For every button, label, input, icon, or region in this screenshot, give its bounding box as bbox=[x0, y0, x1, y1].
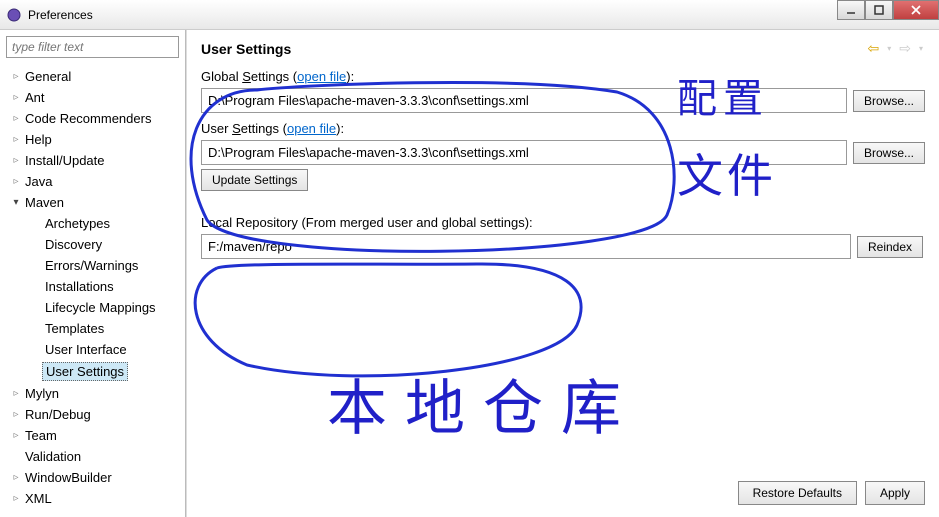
forward-menu-icon[interactable]: ▾ bbox=[917, 44, 925, 53]
browse-global-button[interactable]: Browse... bbox=[853, 90, 925, 112]
tree-item-installations[interactable]: Installations bbox=[0, 276, 185, 297]
tree-arrow-icon bbox=[10, 430, 22, 441]
tree-item-label: Templates bbox=[42, 320, 107, 337]
tree-item-label: XML bbox=[22, 490, 55, 507]
open-file-link-global[interactable]: open file bbox=[297, 69, 346, 84]
open-file-link-user[interactable]: open file bbox=[287, 121, 336, 136]
main-panel: User Settings ⇦ ▾ ⇨ ▾ Global Settings (o… bbox=[186, 30, 939, 517]
apply-button[interactable]: Apply bbox=[865, 481, 925, 505]
forward-icon[interactable]: ⇨ bbox=[897, 40, 913, 57]
tree-item-archetypes[interactable]: Archetypes bbox=[0, 213, 185, 234]
tree-item-label: User Settings bbox=[42, 362, 128, 381]
tree-item-label: Installations bbox=[42, 278, 117, 295]
tree-item-label: Run/Debug bbox=[22, 406, 94, 423]
titlebar: Preferences bbox=[0, 0, 939, 30]
tree-item-label: Java bbox=[22, 173, 55, 190]
maximize-button[interactable] bbox=[865, 0, 893, 20]
tree-item-label: Discovery bbox=[42, 236, 105, 253]
tree-item-java[interactable]: Java bbox=[0, 171, 185, 192]
tree-item-mylyn[interactable]: Mylyn bbox=[0, 383, 185, 404]
tree-item-label: Lifecycle Mappings bbox=[42, 299, 159, 316]
page-title: User Settings bbox=[201, 41, 866, 57]
tree-item-templates[interactable]: Templates bbox=[0, 318, 185, 339]
tree-item-label: Mylyn bbox=[22, 385, 62, 402]
annotation-circle-bottom bbox=[177, 260, 797, 390]
tree-item-ant[interactable]: Ant bbox=[0, 87, 185, 108]
tree-item-label: Team bbox=[22, 427, 60, 444]
tree-item-label: Validation bbox=[22, 448, 84, 465]
close-button[interactable] bbox=[893, 0, 939, 20]
tree-arrow-icon bbox=[10, 493, 22, 504]
tree-item-run-debug[interactable]: Run/Debug bbox=[0, 404, 185, 425]
tree-item-maven[interactable]: Maven bbox=[0, 192, 185, 213]
window-title: Preferences bbox=[28, 8, 93, 22]
tree-item-user-settings[interactable]: User Settings bbox=[0, 360, 185, 383]
tree-arrow-icon bbox=[10, 113, 22, 124]
restore-defaults-button[interactable]: Restore Defaults bbox=[738, 481, 857, 505]
tree-item-label: WindowBuilder bbox=[22, 469, 115, 486]
tree-item-team[interactable]: Team bbox=[0, 425, 185, 446]
tree-item-windowbuilder[interactable]: WindowBuilder bbox=[0, 467, 185, 488]
tree-item-help[interactable]: Help bbox=[0, 129, 185, 150]
tree-item-install-update[interactable]: Install/Update bbox=[0, 150, 185, 171]
tree-arrow-icon bbox=[10, 71, 22, 82]
minimize-button[interactable] bbox=[837, 0, 865, 20]
tree-arrow-icon bbox=[10, 92, 22, 103]
global-settings-input[interactable] bbox=[201, 88, 847, 113]
back-menu-icon[interactable]: ▾ bbox=[885, 44, 893, 53]
tree-arrow-icon bbox=[10, 176, 22, 187]
tree-item-label: Archetypes bbox=[42, 215, 113, 232]
tree-item-general[interactable]: General bbox=[0, 66, 185, 87]
tree-arrow-icon bbox=[10, 155, 22, 166]
tree-item-label: Code Recommenders bbox=[22, 110, 154, 127]
tree-arrow-icon bbox=[10, 388, 22, 399]
tree-item-label: Help bbox=[22, 131, 55, 148]
tree-item-validation[interactable]: Validation bbox=[0, 446, 185, 467]
back-icon[interactable]: ⇦ bbox=[866, 40, 882, 57]
tree-item-label: Errors/Warnings bbox=[42, 257, 141, 274]
sidebar: General Ant Code Recommenders Help Install/U… bbox=[0, 30, 186, 517]
nav-arrows: ⇦ ▾ ⇨ ▾ bbox=[866, 40, 926, 57]
user-settings-input[interactable] bbox=[201, 140, 847, 165]
tree-item-label: Install/Update bbox=[22, 152, 108, 169]
tree-item-label: Ant bbox=[22, 89, 48, 106]
tree-item-xml[interactable]: XML bbox=[0, 488, 185, 509]
local-repo-label: Local Repository (From merged user and g… bbox=[201, 215, 925, 230]
tree-item-user-interface[interactable]: User Interface bbox=[0, 339, 185, 360]
tree-item-errors-warnings[interactable]: Errors/Warnings bbox=[0, 255, 185, 276]
reindex-button[interactable]: Reindex bbox=[857, 236, 923, 258]
tree-item-code-recommenders[interactable]: Code Recommenders bbox=[0, 108, 185, 129]
user-settings-label: User Settings (open file): bbox=[201, 121, 925, 136]
tree-arrow-icon bbox=[10, 134, 22, 145]
annotation-text-local-repo: 本地仓库 bbox=[327, 360, 639, 447]
app-icon bbox=[6, 7, 22, 23]
tree-arrow-icon bbox=[10, 197, 22, 208]
tree-item-label: User Interface bbox=[42, 341, 130, 358]
tree-item-label: General bbox=[22, 68, 74, 85]
global-settings-label: Global Settings (open file): bbox=[201, 69, 925, 84]
tree-arrow-icon bbox=[10, 409, 22, 420]
filter-input[interactable] bbox=[6, 36, 179, 58]
browse-user-button[interactable]: Browse... bbox=[853, 142, 925, 164]
tree-item-label: Maven bbox=[22, 194, 67, 211]
tree-arrow-icon bbox=[10, 472, 22, 483]
preference-tree[interactable]: General Ant Code Recommenders Help Install/U… bbox=[0, 64, 185, 517]
tree-item-discovery[interactable]: Discovery bbox=[0, 234, 185, 255]
tree-item-lifecycle-mappings[interactable]: Lifecycle Mappings bbox=[0, 297, 185, 318]
update-settings-button[interactable]: Update Settings bbox=[201, 169, 308, 191]
local-repo-input[interactable] bbox=[201, 234, 851, 259]
